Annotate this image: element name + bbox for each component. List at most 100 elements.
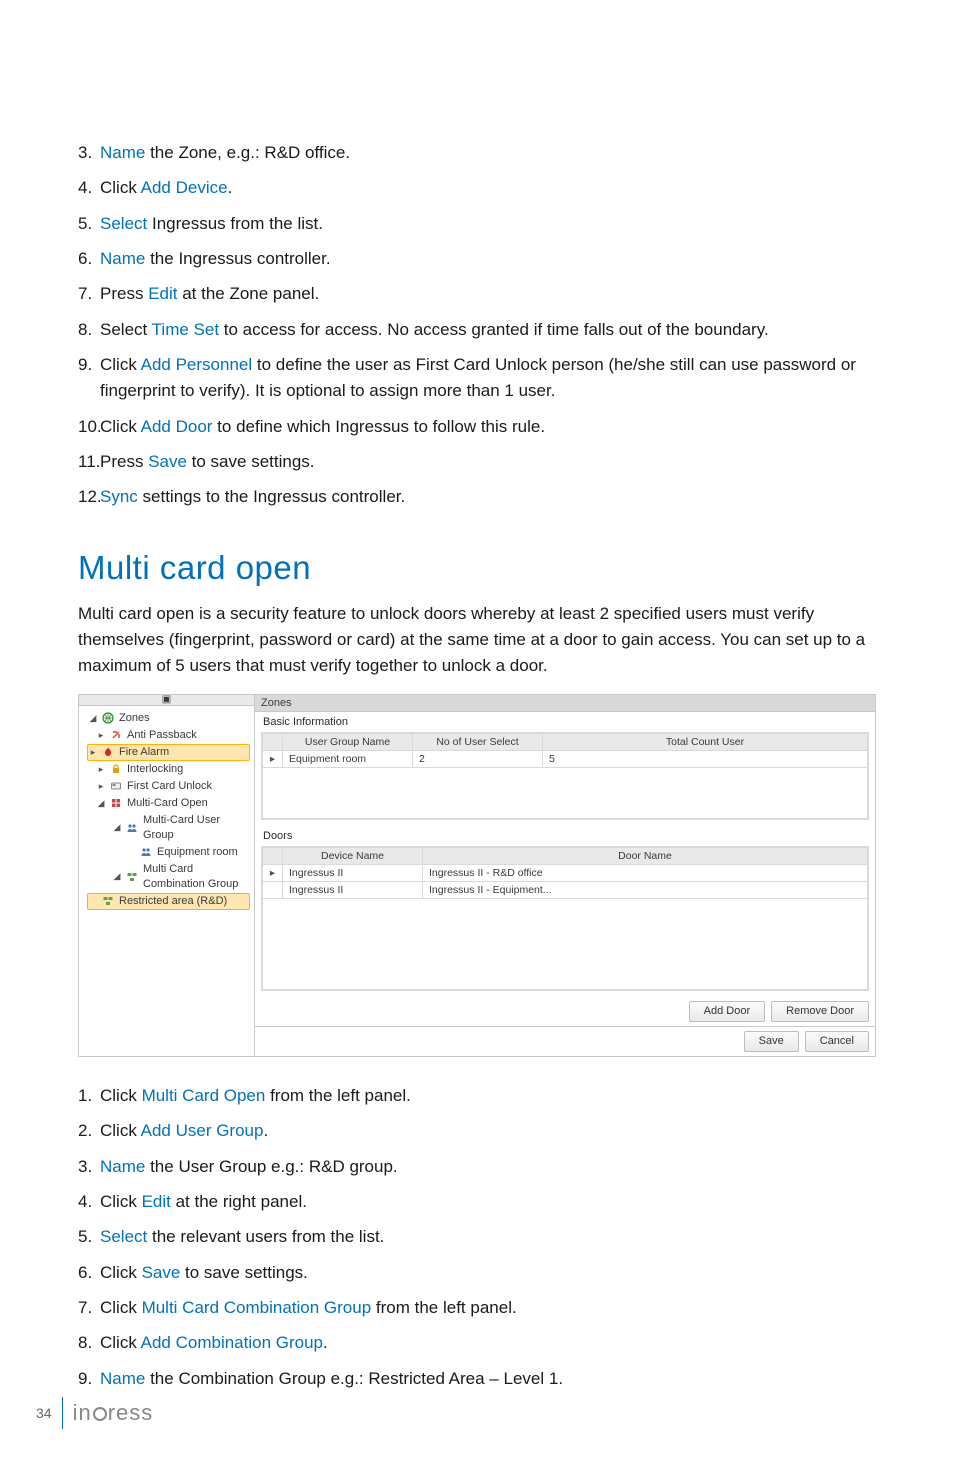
tree-expand-icon[interactable]: ▸	[97, 779, 105, 794]
tree-item-equipment-room[interactable]: Equipment room	[87, 844, 250, 861]
keyword-link: Add Combination Group	[141, 1333, 323, 1352]
step-number: 9.	[78, 1366, 100, 1392]
keyword-link: Add User Group	[141, 1121, 264, 1140]
keyword-link: Add Device	[141, 178, 228, 197]
table-row[interactable]: ▸Ingressus IIIngressus II - R&D office	[263, 864, 868, 881]
steps2-item: 4.Click Edit at the right panel.	[78, 1189, 876, 1215]
steps2-item: 2.Click Add User Group.	[78, 1118, 876, 1144]
tree-item-first-card-unlock[interactable]: ▸ First Card Unlock	[87, 778, 250, 795]
steps1-item: 4.Click Add Device.	[78, 175, 876, 201]
multi-icon	[109, 797, 123, 809]
add-door-button[interactable]: Add Door	[689, 1001, 765, 1022]
keyword-link: Multi Card Open	[142, 1086, 266, 1105]
page-footer: 34 inress	[36, 1397, 153, 1429]
step-fragment: to define which Ingressus to follow this…	[212, 417, 545, 436]
save-button[interactable]: Save	[744, 1031, 799, 1052]
zones-title: Zones	[255, 695, 875, 712]
step-number: 7.	[78, 1295, 100, 1321]
steps2-item: 3.Name the User Group e.g.: R&D group.	[78, 1154, 876, 1180]
grid-header[interactable]: Total Count User	[543, 733, 868, 750]
tree-item-label: Restricted area (R&D)	[119, 894, 227, 909]
step-text: Click Add Device.	[100, 175, 876, 201]
step-fragment: the Zone, e.g.: R&D office.	[145, 143, 350, 162]
step-number: 8.	[78, 1330, 100, 1356]
step-fragment: Click	[100, 1192, 142, 1211]
grid-header[interactable]	[263, 733, 283, 750]
grid-header[interactable]: No of User Select	[413, 733, 543, 750]
steps2-item: 1.Click Multi Card Open from the left pa…	[78, 1083, 876, 1109]
table-row[interactable]: Ingressus IIIngressus II - Equipment...	[263, 881, 868, 898]
tree-expand-icon[interactable]: ▸	[97, 762, 105, 777]
remove-door-button[interactable]: Remove Door	[771, 1001, 869, 1022]
brand-g-icon	[93, 1407, 107, 1421]
step-text: Press Save to save settings.	[100, 449, 876, 475]
brand-pre: in	[73, 1400, 92, 1425]
step-text: Click Add User Group.	[100, 1118, 876, 1144]
step-text: Click Multi Card Open from the left pane…	[100, 1083, 876, 1109]
step-fragment: Click	[100, 1298, 142, 1317]
keyword-link: Name	[100, 1369, 145, 1388]
step-fragment: .	[228, 178, 233, 197]
step-fragment: .	[263, 1121, 268, 1140]
door-buttons-row: Add Door Remove Door	[255, 997, 875, 1026]
step-number: 9.	[78, 352, 100, 405]
zone-tree: ◢ Zones▸Anti Passback▸Fire Alarm▸Interloc…	[79, 706, 254, 914]
table-cell: ▸	[263, 750, 283, 767]
step-number: 7.	[78, 281, 100, 307]
step-fragment: at the right panel.	[171, 1192, 307, 1211]
step-number: 4.	[78, 175, 100, 201]
step-fragment: from the left panel.	[371, 1298, 517, 1317]
brand-post: ress	[108, 1400, 154, 1425]
tree-item-anti-passback[interactable]: ▸Anti Passback	[87, 727, 250, 744]
ordered-list-steps-1: 3.Name the Zone, e.g.: R&D office.4.Clic…	[78, 140, 876, 511]
grid-header[interactable]: User Group Name	[283, 733, 413, 750]
tree-item-label: Zones	[119, 711, 150, 726]
step-fragment: Click	[100, 178, 141, 197]
table-row[interactable]: ▸Equipment room25	[263, 750, 868, 767]
steps1-item: 7.Press Edit at the Zone panel.	[78, 281, 876, 307]
grid-header[interactable]: Device Name	[283, 847, 423, 864]
doors-grid: Device NameDoor Name ▸Ingressus IIIngres…	[261, 846, 869, 991]
tree-expand-icon[interactable]: ▸	[97, 728, 105, 743]
step-text: Name the Ingressus controller.	[100, 246, 876, 272]
step-text: Press Edit at the Zone panel.	[100, 281, 876, 307]
tree-panel: ▣ ◢ Zones▸Anti Passback▸Fire Alarm▸Interl…	[79, 695, 255, 1056]
keyword-link: Add Door	[141, 417, 213, 436]
keyword-link: Name	[100, 1157, 145, 1176]
grid-header[interactable]	[263, 847, 283, 864]
tree-item-interlocking[interactable]: ▸Interlocking	[87, 761, 250, 778]
table-cell: Ingressus II - R&D office	[423, 864, 868, 881]
tree-item-multi-card-combination-group[interactable]: ◢Multi Card Combination Group	[87, 861, 250, 893]
keyword-link: Save	[148, 452, 187, 471]
pin-icon[interactable]: ▣	[79, 695, 254, 706]
tree-expand-icon[interactable]: ◢	[113, 869, 121, 884]
lock-icon	[109, 763, 123, 775]
tree-expand-icon[interactable]: ▸	[89, 745, 97, 760]
step-text: Click Save to save settings.	[100, 1260, 876, 1286]
keyword-link: Select	[100, 214, 147, 233]
grid-header[interactable]: Door Name	[423, 847, 868, 864]
tree-item-zones[interactable]: ◢ Zones	[87, 710, 250, 727]
step-number: 5.	[78, 211, 100, 237]
step-number: 3.	[78, 140, 100, 166]
tree-expand-icon[interactable]: ◢	[113, 820, 121, 835]
tree-item-multi-card-user-group[interactable]: ◢Multi-Card User Group	[87, 812, 250, 844]
cancel-button[interactable]: Cancel	[805, 1031, 869, 1052]
tree-item-label: First Card Unlock	[127, 779, 212, 794]
steps1-item: 8.Select Time Set to access for access. …	[78, 317, 876, 343]
step-fragment: the Ingressus controller.	[145, 249, 330, 268]
tree-expand-icon[interactable]: ◢	[97, 796, 105, 811]
steps2-item: 8.Click Add Combination Group.	[78, 1330, 876, 1356]
steps1-item: 5.Select Ingressus from the list.	[78, 211, 876, 237]
keyword-link: Edit	[142, 1192, 171, 1211]
step-number: 12.	[78, 484, 100, 510]
keyword-link: Multi Card Combination Group	[142, 1298, 372, 1317]
step-fragment: Press	[100, 452, 148, 471]
steps2-item: 7.Click Multi Card Combination Group fro…	[78, 1295, 876, 1321]
table-cell: Ingressus II - Equipment...	[423, 881, 868, 898]
tree-item-fire-alarm[interactable]: ▸Fire Alarm	[87, 744, 250, 761]
tree-expand-icon[interactable]: ◢	[89, 711, 97, 726]
tree-item-multi-card-open[interactable]: ◢Multi-Card Open	[87, 795, 250, 812]
step-text: Click Add Personnel to define the user a…	[100, 352, 876, 405]
tree-item-restricted-area-r-d-[interactable]: Restricted area (R&D)	[87, 893, 250, 910]
